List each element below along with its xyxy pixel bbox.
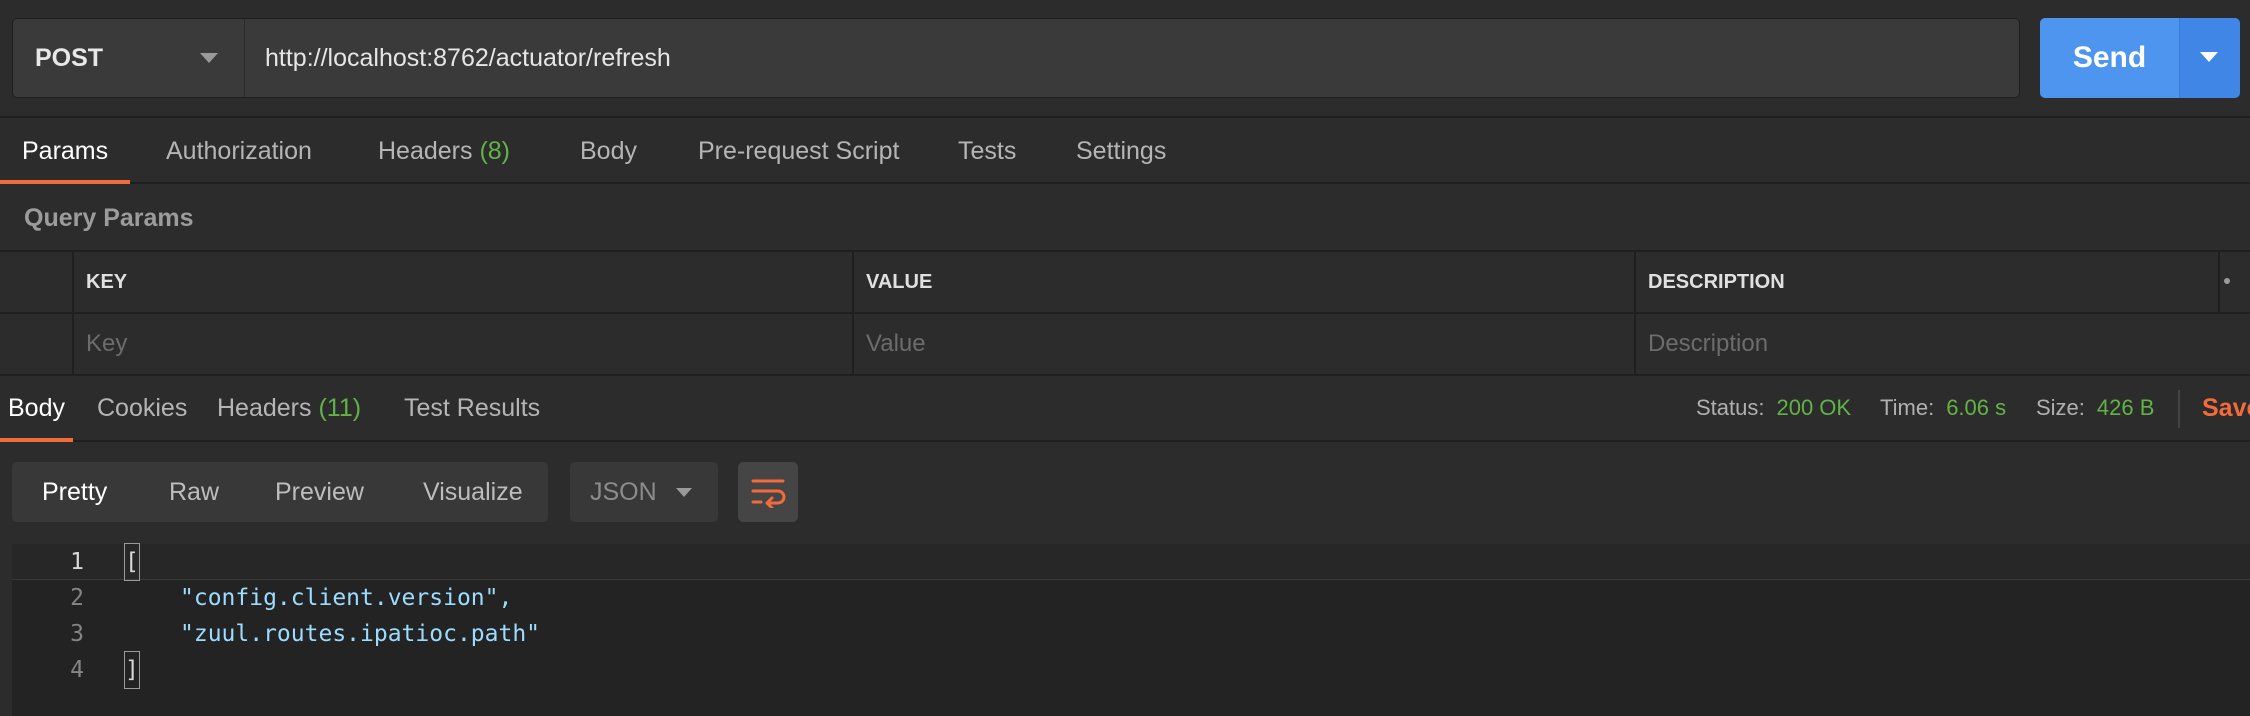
size-label: Size: xyxy=(2036,395,2085,420)
tab-label: Authorization xyxy=(166,137,312,165)
table-header-row: KEY VALUE DESCRIPTION xyxy=(0,252,2250,314)
param-value-input[interactable]: Value xyxy=(852,314,1634,376)
tab-response-body[interactable]: Body xyxy=(0,376,73,442)
method-label: POST xyxy=(35,43,104,72)
size-info: Size: 426 B xyxy=(2036,376,2154,442)
save-response-button[interactable]: Save xyxy=(2202,376,2250,442)
line-number: 4 xyxy=(70,657,84,683)
response-body-viewer[interactable]: 1 [ 2 "config.client.version", 3 "zuul.r… xyxy=(12,543,2250,716)
line-number: 2 xyxy=(70,585,84,611)
code-line: 2 "config.client.version", xyxy=(12,580,2250,616)
query-params-table: KEY VALUE DESCRIPTION Key Value Descript… xyxy=(0,250,2250,376)
size-value[interactable]: 426 B xyxy=(2097,376,2155,442)
more-icon xyxy=(2224,278,2230,284)
column-header-value: VALUE xyxy=(852,252,1634,314)
tab-params[interactable]: Params xyxy=(0,120,131,184)
tab-label: Pre-request Script xyxy=(698,137,900,165)
tab-cookies[interactable]: Cookies xyxy=(89,376,195,442)
request-tabs: Params Authorization Headers (8) Body Pr… xyxy=(0,120,2250,184)
code-line: 3 "zuul.routes.ipatioc.path" xyxy=(12,616,2250,652)
code-text: "config.client.version", xyxy=(180,585,513,611)
caret-down-icon xyxy=(2200,52,2218,62)
tab-label: Headers xyxy=(378,137,473,165)
param-description-input[interactable]: Description xyxy=(1634,314,2250,376)
tab-label: Body xyxy=(580,137,637,165)
caret-down-icon xyxy=(200,53,218,63)
view-mode-group: Pretty Raw Preview Visualize xyxy=(12,462,548,522)
tab-test-results[interactable]: Test Results xyxy=(396,376,548,442)
line-number: 3 xyxy=(70,621,84,647)
view-visualize[interactable]: Visualize xyxy=(423,462,523,522)
tab-settings[interactable]: Settings xyxy=(1054,120,1188,184)
tab-label: Test Results xyxy=(404,394,541,422)
url-input[interactable]: http://localhost:8762/actuator/refresh xyxy=(244,18,2020,98)
status-value[interactable]: 200 OK xyxy=(1776,376,1851,442)
tab-label: Tests xyxy=(958,137,1017,165)
column-header-key: KEY xyxy=(72,252,854,314)
tab-label: Body xyxy=(8,394,65,422)
view-preview[interactable]: Preview xyxy=(275,462,364,522)
code-line: 4 ] xyxy=(12,651,2250,689)
query-params-title: Query Params xyxy=(24,204,194,232)
tab-authorization[interactable]: Authorization xyxy=(144,120,334,184)
time-info: Time: 6.06 s xyxy=(1880,376,2006,442)
wrap-lines-button[interactable] xyxy=(738,462,798,522)
tab-label: Settings xyxy=(1076,137,1167,165)
tab-label: Params xyxy=(22,137,109,165)
tab-headers[interactable]: Headers (8) xyxy=(356,120,532,184)
tab-pre-request-script[interactable]: Pre-request Script xyxy=(676,120,921,184)
format-select[interactable]: JSON xyxy=(570,462,718,522)
response-tabs: Body Cookies Headers (11) Test Results S… xyxy=(0,376,2250,442)
method-select[interactable]: POST xyxy=(12,18,244,98)
tab-count: (8) xyxy=(479,137,511,165)
code-text: ] xyxy=(124,651,140,689)
line-number: 1 xyxy=(70,549,84,575)
tab-label: Headers xyxy=(217,394,312,422)
request-bar: POST http://localhost:8762/actuator/refr… xyxy=(0,0,2250,118)
wrap-lines-icon xyxy=(751,479,786,508)
send-button[interactable]: Send xyxy=(2040,18,2180,98)
param-key-input[interactable]: Key xyxy=(72,314,854,376)
tab-tests[interactable]: Tests xyxy=(936,120,1038,184)
status-label: Status: xyxy=(1696,395,1765,420)
time-label: Time: xyxy=(1880,395,1935,420)
code-text: "zuul.routes.ipatioc.path" xyxy=(180,621,541,647)
column-header-description: DESCRIPTION xyxy=(1634,252,2218,314)
column-options[interactable] xyxy=(2218,252,2250,314)
url-text: http://localhost:8762/actuator/refresh xyxy=(265,43,671,72)
time-value[interactable]: 6.06 s xyxy=(1946,376,2006,442)
view-raw[interactable]: Raw xyxy=(169,462,219,522)
view-pretty[interactable]: Pretty xyxy=(42,462,107,522)
divider xyxy=(2178,390,2180,428)
send-options-button[interactable] xyxy=(2180,18,2240,98)
tab-label: Cookies xyxy=(97,394,188,422)
table-row: Key Value Description xyxy=(0,314,2250,376)
tab-response-headers[interactable]: Headers (11) xyxy=(209,376,369,442)
send-group: Send xyxy=(2040,18,2240,98)
tab-count: (11) xyxy=(318,394,362,422)
code-text: [ xyxy=(124,543,140,581)
status-info: Status: 200 OK xyxy=(1696,376,1851,442)
format-label: JSON xyxy=(590,478,657,506)
code-line: 1 [ xyxy=(12,543,2250,581)
tab-body[interactable]: Body xyxy=(558,120,659,184)
caret-down-icon xyxy=(676,488,692,497)
